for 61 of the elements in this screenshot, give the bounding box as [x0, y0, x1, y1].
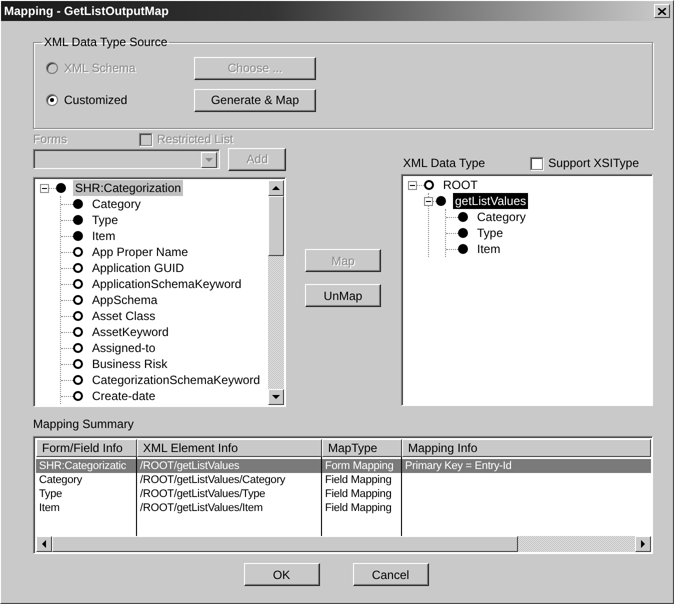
- collapse-icon[interactable]: [424, 196, 433, 206]
- scroll-thumb[interactable]: [52, 536, 518, 552]
- scrollbar[interactable]: [268, 180, 284, 405]
- close-icon: [658, 8, 666, 14]
- up-arrow-icon: [272, 185, 280, 191]
- radio-icon[interactable]: [46, 94, 58, 106]
- tree-item[interactable]: Type: [475, 225, 506, 241]
- dialog-button[interactable]: OK: [244, 563, 320, 586]
- collapse-icon[interactable]: [408, 180, 417, 190]
- left-arrow-icon: [41, 540, 47, 548]
- down-arrow-icon: [205, 158, 214, 162]
- tree-item[interactable]: Create-date: [90, 388, 158, 404]
- column-header[interactable]: XML Element Info: [137, 439, 322, 457]
- table-cell: /ROOT/getListValues/Item: [137, 501, 322, 515]
- tree-item[interactable]: Category: [90, 196, 143, 212]
- table-cell: /ROOT/getListValues: [137, 459, 322, 473]
- tree-item[interactable]: App Proper Name: [90, 244, 190, 260]
- source-button[interactable]: Generate & Map: [194, 88, 316, 112]
- collapse-icon[interactable]: [40, 184, 49, 192]
- section-label: Mapping Summary: [33, 417, 135, 431]
- table-cell: Type: [36, 487, 137, 501]
- forms-label: Forms: [33, 132, 67, 146]
- column-header[interactable]: Mapping Info: [402, 439, 651, 457]
- down-arrow-icon: [272, 394, 280, 400]
- checkbox-label: Support XSIType: [548, 156, 639, 170]
- scroll-thumb[interactable]: [268, 196, 284, 256]
- tree-item[interactable]: Application GUID: [90, 260, 186, 276]
- checkbox[interactable]: [530, 156, 544, 170]
- map-button[interactable]: UnMap: [305, 284, 381, 307]
- tree-item[interactable]: CategorizationSchemaKeyword: [90, 372, 262, 388]
- tree-item[interactable]: ROOT: [441, 177, 480, 193]
- close-button[interactable]: [654, 4, 670, 18]
- scrollbar[interactable]: [36, 536, 651, 552]
- table-cell: Primary Key = Entry-Id: [402, 459, 651, 473]
- table-cell: Form Mapping: [322, 459, 402, 473]
- column-header[interactable]: Form/Field Info: [36, 439, 137, 457]
- right-arrow-icon: [640, 540, 646, 548]
- tree-item[interactable]: SHR:Categorization: [73, 180, 184, 196]
- tree-item[interactable]: AssetKeyword: [90, 324, 171, 340]
- radio-option[interactable]: Customized: [46, 93, 194, 107]
- tree-item[interactable]: Asset Class: [90, 308, 158, 324]
- tree-item[interactable]: Item: [475, 241, 502, 257]
- checkbox-label: Restricted List: [157, 132, 234, 146]
- table-cell: /ROOT/getListValues/Type: [137, 487, 322, 501]
- tree-item[interactable]: Category: [475, 209, 528, 225]
- tree-item[interactable]: Assigned-to: [90, 340, 158, 356]
- tree-label: XML Data Type: [403, 156, 486, 170]
- tree-item[interactable]: ApplicationSchemaKeyword: [90, 276, 244, 292]
- group-title: XML Data Type Source: [43, 35, 168, 49]
- tree-item[interactable]: AppSchema: [90, 292, 160, 308]
- tree-item[interactable]: Item: [90, 228, 118, 244]
- table-cell: /ROOT/getListValues/Category: [137, 473, 322, 487]
- table-cell: SHR:Categorizatic: [36, 459, 137, 473]
- tree-item[interactable]: getListValues: [453, 193, 528, 209]
- column-header[interactable]: MapType: [322, 439, 402, 457]
- window-title: Mapping - GetListOutputMap: [4, 4, 169, 18]
- forms-dropdown[interactable]: [33, 149, 220, 169]
- tree-item[interactable]: Type: [90, 212, 120, 228]
- tree-item[interactable]: Business Risk: [90, 356, 170, 372]
- dialog-button[interactable]: Cancel: [352, 563, 428, 586]
- dropdown-button[interactable]: [201, 152, 218, 168]
